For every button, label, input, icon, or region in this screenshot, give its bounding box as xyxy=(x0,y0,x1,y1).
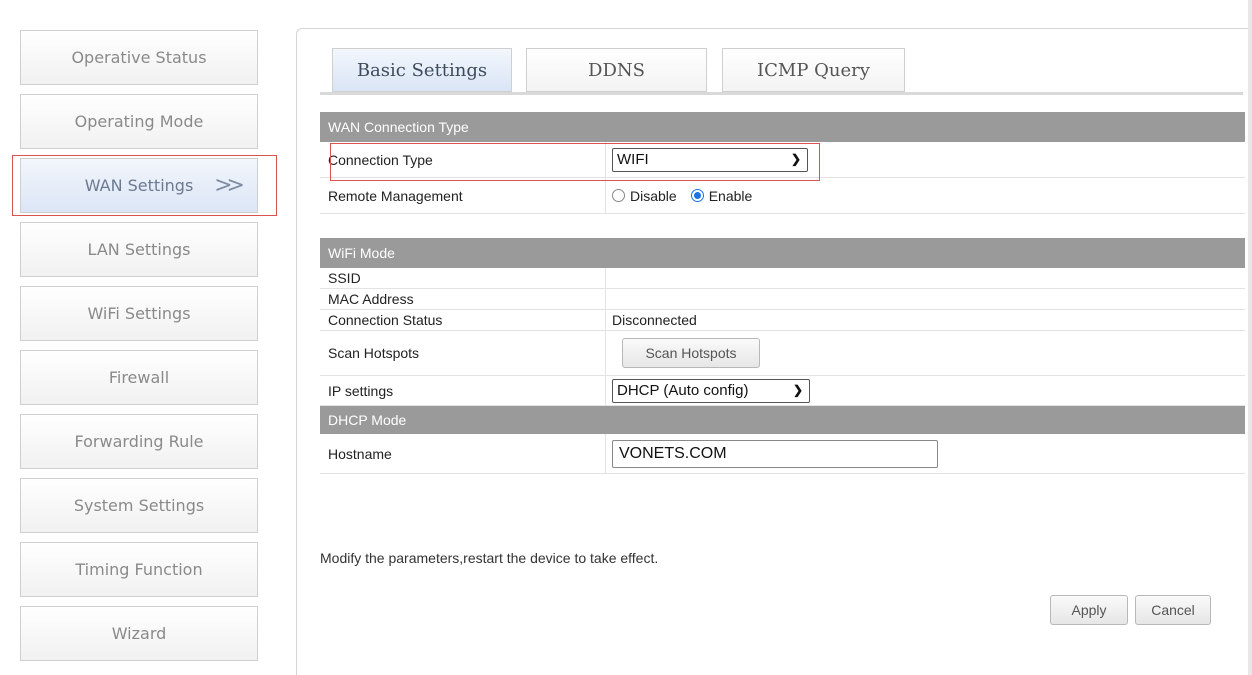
radio-unchecked-icon xyxy=(612,189,625,202)
ssid-label: SSID xyxy=(328,270,361,286)
sidebar-item-label: Wizard xyxy=(111,624,167,643)
row-mac-address: MAC Address xyxy=(320,289,1245,310)
connection-status-value: Disconnected xyxy=(612,312,697,328)
ip-settings-label: IP settings xyxy=(328,382,394,399)
row-hostname: Hostname VONETS.COM xyxy=(320,434,1245,474)
column-divider xyxy=(605,178,606,213)
section-header-dhcp-mode: DHCP Mode xyxy=(320,406,1245,434)
sidebar-item-system-settings[interactable]: System Settings xyxy=(20,478,258,533)
column-divider xyxy=(605,331,606,375)
ip-settings-select[interactable]: DHCP (Auto config) ❯ xyxy=(612,378,810,403)
radio-label: Disable xyxy=(630,187,677,204)
tab-underline xyxy=(320,92,1243,95)
column-divider xyxy=(605,142,606,177)
page-scrollbar[interactable] xyxy=(1248,0,1252,675)
sidebar-item-operating-mode[interactable]: Operating Mode xyxy=(20,94,258,149)
radio-checked-icon xyxy=(690,189,704,202)
cancel-button[interactable]: Cancel xyxy=(1135,595,1211,625)
tab-basic-settings[interactable]: Basic Settings xyxy=(332,48,512,92)
ip-settings-value: DHCP (Auto config) xyxy=(617,382,749,399)
sidebar-item-label: WiFi Settings xyxy=(87,304,191,323)
tab-label: ICMP Query xyxy=(757,59,870,81)
connection-type-label: Connection Type xyxy=(328,151,433,168)
sidebar-item-lan-settings[interactable]: LAN Settings xyxy=(20,222,258,277)
sidebar-item-firewall[interactable]: Firewall xyxy=(20,350,258,405)
chevron-down-icon: ❯ xyxy=(790,151,801,166)
radio-label: Enable xyxy=(708,187,753,204)
connection-type-value: WIFI xyxy=(617,151,649,168)
hostname-input[interactable]: VONETS.COM xyxy=(612,439,938,468)
row-remote-management: Remote Management Disable Enable xyxy=(320,178,1245,214)
remote-disable-radio[interactable]: Disable xyxy=(612,188,677,204)
column-divider xyxy=(605,434,606,473)
sidebar-item-timing-function[interactable]: Timing Function xyxy=(20,542,258,597)
restart-note: Modify the parameters,restart the device… xyxy=(320,550,659,566)
sidebar-item-label: WAN Settings xyxy=(84,176,194,195)
sidebar-item-label: LAN Settings xyxy=(87,240,191,259)
sidebar-item-wifi-settings[interactable]: WiFi Settings xyxy=(20,286,258,341)
sidebar-item-wan-settings[interactable]: WAN Settings >> xyxy=(20,158,258,213)
scan-hotspots-button[interactable]: Scan Hotspots xyxy=(622,338,760,368)
sidebar-item-label: Forwarding Rule xyxy=(74,432,204,451)
column-divider xyxy=(605,310,606,330)
mac-address-label: MAC Address xyxy=(328,291,414,307)
chevron-down-icon: ❯ xyxy=(792,382,803,397)
tab-label: DDNS xyxy=(588,59,645,81)
tab-label: Basic Settings xyxy=(356,59,488,81)
column-divider xyxy=(605,289,606,309)
sidebar-item-operative-status[interactable]: Operative Status xyxy=(20,30,258,85)
connection-type-select[interactable]: WIFI ❯ xyxy=(612,147,808,172)
section-header-wifi-mode: WiFi Mode xyxy=(320,238,1245,268)
sidebar-item-wizard[interactable]: Wizard xyxy=(20,606,258,661)
tab-ddns[interactable]: DDNS xyxy=(526,48,707,92)
double-chevron-right-icon: >> xyxy=(214,173,245,198)
row-ssid: SSID xyxy=(320,268,1245,289)
sidebar-item-label: Firewall xyxy=(108,368,170,387)
column-divider xyxy=(605,268,606,288)
section-header-wan: WAN Connection Type xyxy=(320,112,1245,142)
apply-button[interactable]: Apply xyxy=(1050,595,1128,625)
scan-hotspots-label: Scan Hotspots xyxy=(328,345,420,361)
tab-icmp-query[interactable]: ICMP Query xyxy=(722,48,905,92)
hostname-label: Hostname xyxy=(328,445,392,462)
row-connection-type: Connection Type WIFI ❯ xyxy=(320,142,1245,178)
sidebar-item-label: Operative Status xyxy=(71,48,207,67)
row-ip-settings: IP settings DHCP (Auto config) ❯ xyxy=(320,376,1245,406)
sidebar-item-forwarding-rule[interactable]: Forwarding Rule xyxy=(20,414,258,469)
sidebar-item-label: Timing Function xyxy=(75,560,203,579)
sidebar-item-label: Operating Mode xyxy=(74,112,204,131)
row-connection-status: Connection Status Disconnected xyxy=(320,310,1245,331)
connection-status-label: Connection Status xyxy=(328,312,443,328)
remote-enable-radio[interactable]: Enable xyxy=(690,187,753,204)
remote-management-label: Remote Management xyxy=(328,187,463,204)
column-divider xyxy=(605,376,606,405)
row-scan-hotspots: Scan Hotspots Scan Hotspots xyxy=(320,331,1245,376)
sidebar-item-label: System Settings xyxy=(73,496,205,515)
